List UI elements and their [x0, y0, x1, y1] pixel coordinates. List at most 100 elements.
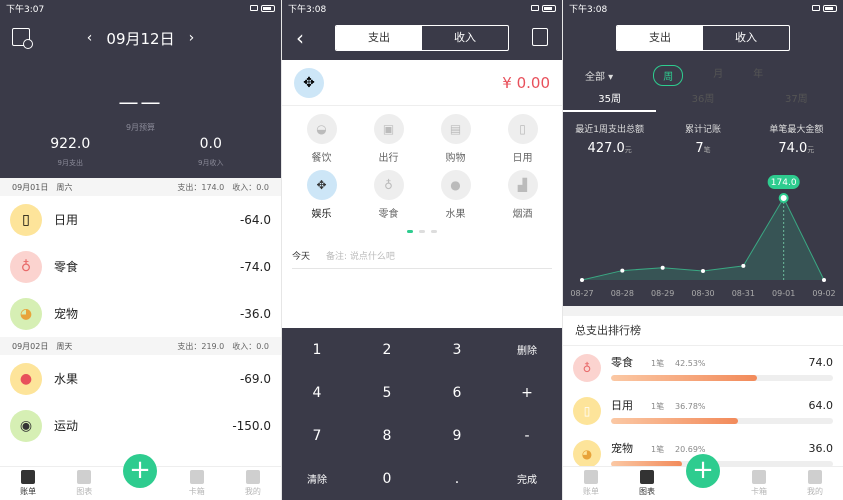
bill-record[interactable]: ▯ 日用 -64.0 [0, 196, 281, 243]
key-3[interactable]: 3 [422, 328, 492, 371]
category-daily-use[interactable]: ▯ 日用 [489, 114, 556, 164]
bill-record[interactable]: ◕ 宠物 -36.0 [0, 290, 281, 337]
segment-expense[interactable]: 支出 [336, 26, 422, 50]
tab-chart[interactable]: 图表 [56, 470, 112, 500]
budget-book-icon[interactable] [532, 28, 548, 46]
chart-screen: 下午3:08 支出 收入 全部 周 月 年 35周 36周 3 [563, 0, 843, 500]
category-filter-dropdown[interactable]: 全部 [585, 68, 613, 83]
period-year[interactable]: 年 [753, 65, 763, 86]
add-record-button[interactable]: + [686, 454, 720, 488]
page-dots [282, 230, 562, 233]
x-tick-label: 08-28 [611, 289, 634, 298]
note-row[interactable]: 今天 备注: 说点什么吧 [292, 243, 552, 269]
tab-bill[interactable]: 账单 [0, 470, 56, 500]
type-segment: 支出 收入 [335, 25, 509, 51]
category-dining[interactable]: ◒ 餐饮 [288, 114, 355, 164]
back-arrow-icon[interactable]: ‹ [296, 26, 304, 50]
week-tab[interactable]: 36周 [656, 90, 749, 112]
tab-me[interactable]: 我的 [787, 470, 843, 500]
rank-row[interactable]: ♁ 零食 1笔 42.53% 74.0 [563, 346, 843, 389]
key-clear[interactable]: 清除 [282, 457, 352, 500]
snack-icon: ♁ [373, 170, 404, 200]
day-summary: 支出：219.0 收入：0.0 [177, 341, 269, 351]
daily-use-icon: ▯ [507, 114, 538, 144]
current-date[interactable]: 09月12日 [106, 28, 174, 49]
status-icons [531, 4, 556, 12]
period-selector: 周 月 年 [653, 64, 763, 86]
rank-percent: 42.53% [675, 359, 706, 368]
period-week[interactable]: 周 [653, 64, 684, 86]
rank-row[interactable]: ▯ 日用 1笔 36.78% 64.0 [563, 389, 843, 432]
key-6[interactable]: 6 [422, 371, 492, 414]
key-1[interactable]: 1 [282, 328, 352, 371]
total-expense-label: 9月支出 [57, 159, 83, 167]
tab-cards[interactable]: 卡箱 [169, 470, 225, 500]
status-bar: 下午3:08 [563, 0, 843, 16]
key-plus[interactable]: + [492, 371, 562, 414]
summary-stats: 最近1周支出总额 427.0元 累计记账 7笔 单笔最大金额 74.0元 [563, 112, 843, 156]
tab-bill[interactable]: 账单 [563, 470, 619, 500]
rank-amount: 36.0 [808, 442, 834, 455]
key-4[interactable]: 4 [282, 371, 352, 414]
daily-use-icon: ▯ [573, 396, 601, 425]
total-expense: 922.0 9月支出 [0, 136, 141, 168]
key-2[interactable]: 2 [352, 328, 422, 371]
summary-record-count: 累计记账 7笔 [684, 125, 721, 156]
key-9[interactable]: 9 [422, 414, 492, 457]
card-icon [752, 470, 766, 484]
bill-record[interactable]: ♁ 零食 -74.0 [0, 243, 281, 290]
key-5[interactable]: 5 [352, 371, 422, 414]
series-area [582, 198, 824, 280]
key-0[interactable]: 0 [352, 457, 422, 500]
key-minus[interactable]: - [492, 414, 562, 457]
category-grid: ◒ 餐饮 ▣ 出行 ▤ 购物 ▯ 日用 ✥ 娱乐 ♁ 零食 ● 水果 ▟ 烟酒 [282, 106, 562, 220]
week-tab[interactable]: 35周 [563, 90, 657, 112]
week-tab[interactable]: 37周 [750, 90, 843, 112]
bill-record[interactable]: ◉ 运动 -150.0 [0, 402, 281, 449]
tab-chart[interactable]: 图表 [619, 470, 675, 500]
note-date[interactable]: 今天 [292, 249, 310, 262]
bill-record[interactable]: ● 水果 -69.0 [0, 355, 281, 402]
category-transport[interactable]: ▣ 出行 [355, 114, 422, 164]
category-alcohol[interactable]: ▟ 烟酒 [489, 170, 556, 220]
record-amount: -36.0 [239, 306, 271, 321]
alcohol-icon: ▟ [507, 170, 538, 200]
segment-income[interactable]: 收入 [422, 26, 508, 50]
category-entertainment[interactable]: ✥ 娱乐 [288, 170, 355, 220]
rank-percent: 20.69% [675, 445, 706, 454]
next-date-arrow[interactable]: › [189, 30, 195, 46]
record-name: 水果 [54, 372, 79, 386]
key-dot[interactable]: . [422, 457, 492, 500]
note-input[interactable]: 备注: 说点什么吧 [326, 249, 395, 262]
key-delete[interactable]: 删除 [492, 328, 562, 371]
summary-weekly-total: 最近1周支出总额 427.0元 [575, 125, 645, 156]
status-bar: 下午3:08 [282, 0, 562, 16]
x-tick-label: 08-29 [651, 289, 674, 298]
pet-icon: ◕ [573, 439, 601, 468]
add-record-button[interactable]: + [123, 454, 157, 488]
category-shopping[interactable]: ▤ 购物 [422, 114, 489, 164]
app-screenshots: 下午3:07 ‹ 09月12日 › —— 9月预算 922.0 9月支出 0.0… [0, 0, 843, 500]
data-point [660, 265, 665, 270]
total-income-value: 0.0 [199, 136, 222, 152]
tab-cards[interactable]: 卡箱 [731, 470, 787, 500]
segment-income[interactable]: 收入 [703, 26, 789, 50]
segment-expense[interactable]: 支出 [617, 26, 703, 50]
record-amount: -74.0 [239, 259, 271, 274]
budget-book-icon[interactable] [12, 28, 33, 49]
tab-me[interactable]: 我的 [225, 470, 281, 500]
data-point [778, 193, 789, 203]
prev-date-arrow[interactable]: ‹ [87, 30, 93, 46]
chart-topbar: 支出 收入 [563, 16, 843, 60]
bill-book-icon [21, 470, 36, 484]
key-8[interactable]: 8 [352, 414, 422, 457]
rank-amount: 74.0 [808, 356, 834, 369]
bill-screen: 下午3:07 ‹ 09月12日 › —— 9月预算 922.0 9月支出 0.0… [0, 0, 281, 500]
status-time: 下午3:08 [288, 4, 327, 15]
data-point [741, 263, 746, 268]
category-fruit[interactable]: ● 水果 [422, 170, 489, 220]
key-done[interactable]: 完成 [492, 457, 562, 500]
period-month[interactable]: 月 [713, 65, 723, 86]
key-7[interactable]: 7 [282, 414, 352, 457]
category-snack[interactable]: ♁ 零食 [355, 170, 422, 220]
